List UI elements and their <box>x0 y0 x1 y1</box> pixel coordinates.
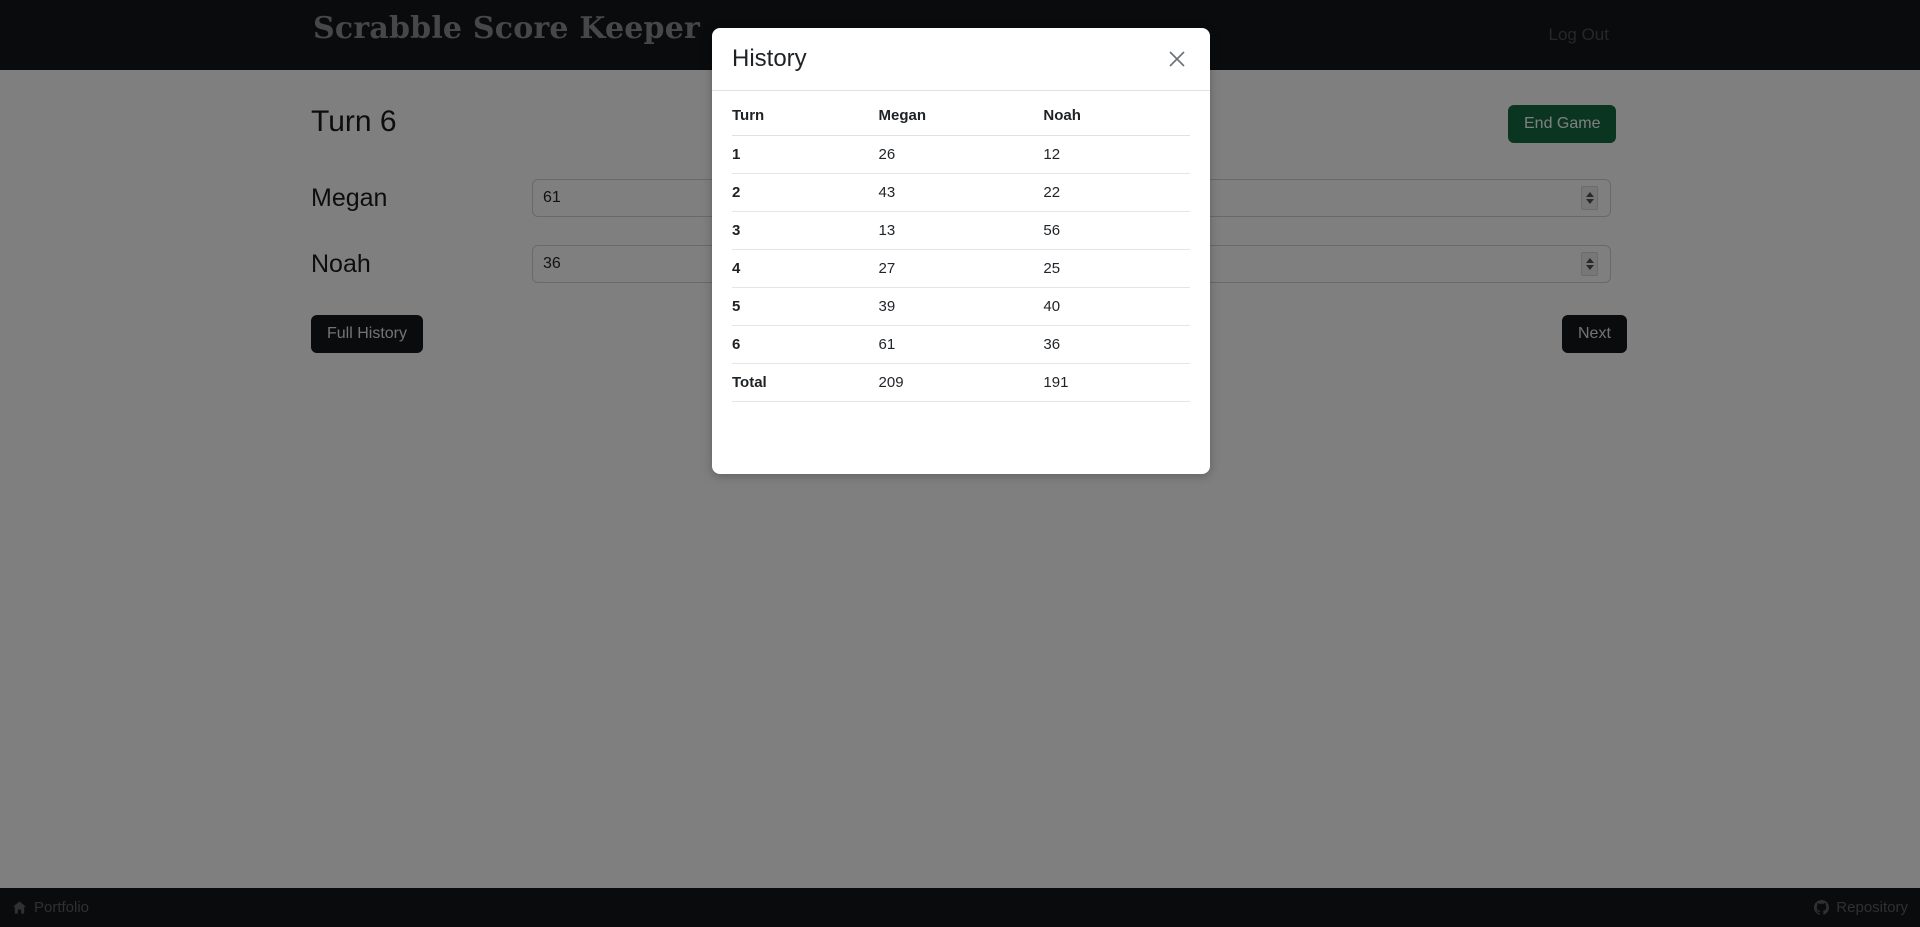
cell-turn: 6 <box>732 326 879 364</box>
cell-player1: 43 <box>879 174 1044 212</box>
history-modal: History Turn Megan Noah 1 26 <box>712 28 1210 474</box>
modal-body: Turn Megan Noah 1 26 12 2 43 22 <box>712 91 1210 474</box>
cell-turn: 1 <box>732 136 879 174</box>
table-row: 4 27 25 <box>732 250 1190 288</box>
cell-total-label: Total <box>732 364 879 402</box>
close-icon[interactable] <box>1164 46 1190 72</box>
column-header-player1: Megan <box>879 107 1044 136</box>
cell-player1: 13 <box>879 212 1044 250</box>
column-header-turn: Turn <box>732 107 879 136</box>
table-row-total: Total 209 191 <box>732 364 1190 402</box>
cell-player1: 27 <box>879 250 1044 288</box>
cell-player2: 12 <box>1043 136 1190 174</box>
cell-total-player1: 209 <box>879 364 1044 402</box>
cell-player2: 25 <box>1043 250 1190 288</box>
modal-header: History <box>712 28 1210 91</box>
cell-player1: 26 <box>879 136 1044 174</box>
column-header-player2: Noah <box>1043 107 1190 136</box>
table-row: 2 43 22 <box>732 174 1190 212</box>
table-header-row: Turn Megan Noah <box>732 107 1190 136</box>
cell-turn: 2 <box>732 174 879 212</box>
table-row: 6 61 36 <box>732 326 1190 364</box>
history-table-body: 1 26 12 2 43 22 3 13 56 4 <box>732 136 1190 402</box>
cell-player2: 22 <box>1043 174 1190 212</box>
table-row: 3 13 56 <box>732 212 1190 250</box>
cell-player2: 56 <box>1043 212 1190 250</box>
cell-turn: 4 <box>732 250 879 288</box>
cell-turn: 5 <box>732 288 879 326</box>
cell-player1: 61 <box>879 326 1044 364</box>
modal-title: History <box>732 45 807 73</box>
history-table: Turn Megan Noah 1 26 12 2 43 22 <box>732 107 1190 402</box>
cell-turn: 3 <box>732 212 879 250</box>
app-root: Scrabble Score Keeper Log Out Turn 6 Meg… <box>0 0 1920 927</box>
cell-player2: 40 <box>1043 288 1190 326</box>
cell-player1: 39 <box>879 288 1044 326</box>
table-row: 5 39 40 <box>732 288 1190 326</box>
cell-total-player2: 191 <box>1043 364 1190 402</box>
table-row: 1 26 12 <box>732 136 1190 174</box>
cell-player2: 36 <box>1043 326 1190 364</box>
